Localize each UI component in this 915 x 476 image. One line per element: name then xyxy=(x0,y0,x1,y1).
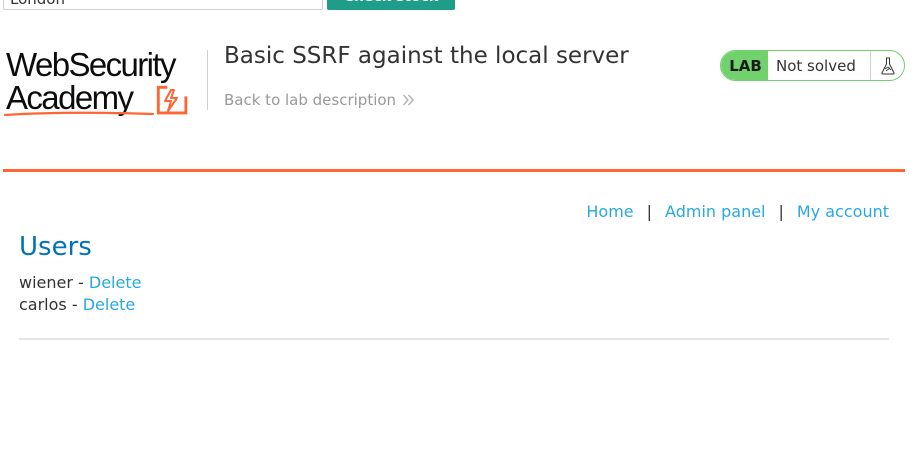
lightning-bolt-icon xyxy=(156,85,188,115)
nav-my-account-link[interactable]: My account xyxy=(797,202,889,222)
stock-check-form: London Check stock xyxy=(0,0,915,12)
user-name: wiener xyxy=(19,273,73,292)
users-heading: Users xyxy=(19,232,92,262)
nav-admin-panel-link[interactable]: Admin panel xyxy=(665,202,765,222)
store-select[interactable]: London xyxy=(3,0,323,10)
user-row-carlos: carlos - Delete xyxy=(19,294,141,316)
check-stock-button[interactable]: Check stock xyxy=(327,0,455,10)
top-navigation: Home | Admin panel | My account xyxy=(586,202,889,222)
double-chevron-right-icon xyxy=(403,94,415,106)
user-row-wiener: wiener - Delete xyxy=(19,272,141,294)
user-separator: - xyxy=(66,295,83,314)
lab-title: Basic SSRF against the local server xyxy=(224,43,629,69)
flask-icon xyxy=(870,51,904,80)
header-divider xyxy=(207,50,208,110)
back-link-label: Back to lab description xyxy=(224,91,397,109)
nav-separator: | xyxy=(646,202,653,221)
logo-text-line1: WebSecurity xyxy=(6,46,176,83)
delete-wiener-link[interactable]: Delete xyxy=(89,273,142,292)
user-list: wiener - Delete carlos - Delete xyxy=(19,272,141,316)
content-divider xyxy=(19,338,889,340)
header-orange-rule xyxy=(3,169,905,172)
user-separator: - xyxy=(72,273,89,292)
lab-status-text: Not solved xyxy=(776,56,856,75)
web-security-academy-logo[interactable]: WebSecurity Academy xyxy=(4,46,204,120)
delete-carlos-link[interactable]: Delete xyxy=(83,295,136,314)
nav-home-link[interactable]: Home xyxy=(586,202,633,222)
user-name: carlos xyxy=(19,295,67,314)
nav-separator: | xyxy=(778,202,784,221)
back-to-lab-description-link[interactable]: Back to lab description xyxy=(224,90,415,110)
lab-status-widget: LAB Not solved xyxy=(720,50,905,81)
lab-badge: LAB xyxy=(721,51,768,80)
logo-underline-icon xyxy=(4,111,154,117)
